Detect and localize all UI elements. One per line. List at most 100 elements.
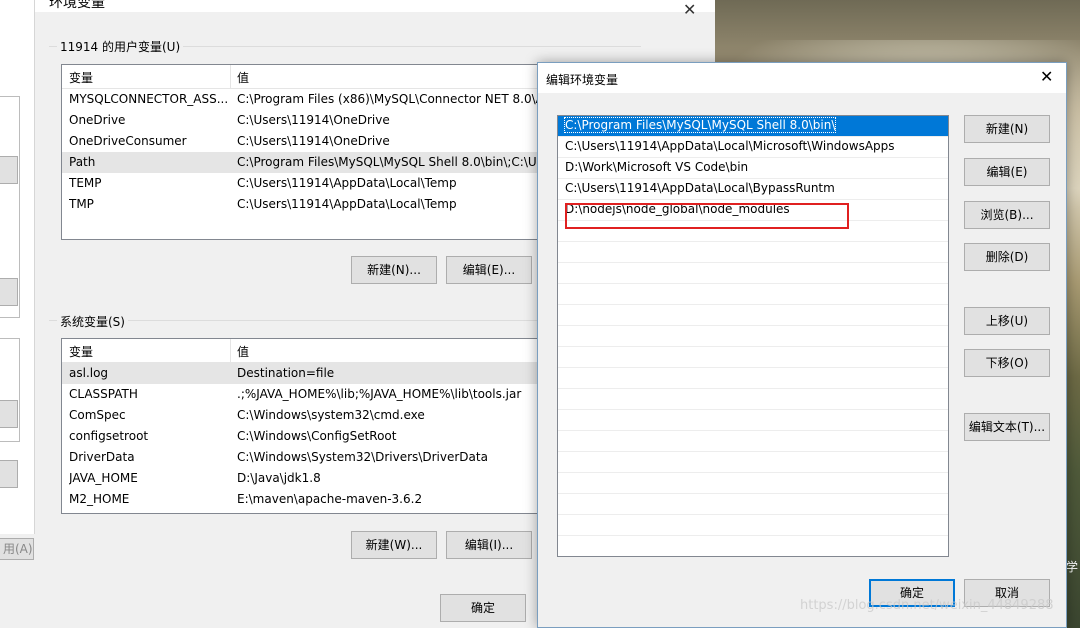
background-button[interactable]	[0, 460, 18, 488]
var-value: Destination=file	[237, 366, 335, 380]
user-new-button[interactable]: 新建(N)...	[351, 256, 437, 284]
delete-button[interactable]: 删除(D)	[964, 243, 1050, 271]
move-up-button[interactable]: 上移(U)	[964, 307, 1050, 335]
var-value: C:\Program Files (x86)\MySQL\Connector N…	[237, 92, 544, 106]
desktop-side-text: 学	[1066, 560, 1079, 574]
system-vars-list[interactable]: 变量 值 asl.log Destination=file CLASSPATH.;…	[61, 338, 551, 514]
var-name: TMP	[69, 197, 94, 211]
close-icon[interactable]: ✕	[1040, 67, 1053, 86]
path-item[interactable]: C:\Users\11914\AppData\Local\Microsoft\W…	[558, 137, 948, 158]
column-header-value[interactable]: 值	[237, 69, 249, 86]
path-item[interactable]: D:\Work\Microsoft VS Code\bin	[558, 158, 948, 179]
var-value: C:\Windows\System32\Drivers\DriverData	[237, 450, 488, 464]
path-item-selected[interactable]: C:\Program Files\MySQL\MySQL Shell 8.0\b…	[558, 116, 948, 137]
var-value: C:\Windows\ConfigSetRoot	[237, 429, 397, 443]
empty-row	[558, 536, 948, 556]
table-row[interactable]: OneDriveConsumer C:\Users\11914\OneDrive	[62, 131, 550, 152]
background-button[interactable]	[0, 278, 18, 306]
empty-row	[558, 347, 948, 368]
empty-row	[558, 284, 948, 305]
column-separator[interactable]	[230, 65, 231, 89]
system-vars-group-label: 系统变量(S)	[57, 313, 128, 330]
system-new-button[interactable]: 新建(W)...	[351, 531, 437, 559]
edit-environment-variable-dialog: 编辑环境变量 ✕ C:\Program Files\MySQL\MySQL Sh…	[537, 62, 1067, 628]
path-text: C:\Users\11914\AppData\Local\Microsoft\W…	[565, 139, 895, 153]
env-dialog-close-icon[interactable]: ✕	[683, 0, 696, 19]
edit-dialog-title: 编辑环境变量	[546, 73, 619, 87]
var-name: configsetroot	[69, 429, 149, 443]
empty-row	[558, 326, 948, 347]
edit-dialog-titlebar: 编辑环境变量 ✕	[538, 63, 1066, 93]
table-row[interactable]: CLASSPATH .;%JAVA_HOME%\lib;%JAVA_HOME%\l…	[62, 384, 550, 405]
table-row[interactable]: TMP C:\Users\11914\AppData\Local\Temp	[62, 194, 550, 215]
env-ok-button[interactable]: 确定	[440, 594, 526, 622]
path-item[interactable]: C:\Users\11914\AppData\Local\BypassRuntm	[558, 179, 948, 200]
var-value: C:\Program Files\MySQL\MySQL Shell 8.0\b…	[237, 155, 543, 169]
background-window-left: 用(A)	[0, 0, 35, 628]
empty-row	[558, 452, 948, 473]
var-value: .;%JAVA_HOME%\lib;%JAVA_HOME%\lib\tools.…	[237, 387, 522, 401]
user-vars-group-label: 11914 的用户变量(U)	[57, 38, 184, 55]
move-down-button[interactable]: 下移(O)	[964, 349, 1050, 377]
column-header-value[interactable]: 值	[237, 343, 249, 360]
system-vars-header: 变量 值	[62, 339, 550, 363]
system-edit-button[interactable]: 编辑(I)...	[446, 531, 532, 559]
var-value: C:\Users\11914\OneDrive	[237, 113, 390, 127]
empty-row	[558, 473, 948, 494]
var-name: OneDriveConsumer	[69, 134, 187, 148]
path-text: C:\Program Files\MySQL\MySQL Shell 8.0\b…	[563, 117, 837, 133]
path-list[interactable]: C:\Program Files\MySQL\MySQL Shell 8.0\b…	[557, 115, 949, 557]
path-text: D:\Work\Microsoft VS Code\bin	[565, 160, 749, 174]
empty-row	[558, 494, 948, 515]
env-dialog-title: 环境变量	[49, 0, 105, 11]
annotation-highlight-box	[565, 203, 849, 229]
table-row[interactable]: DriverData C:\Windows\System32\Drivers\Dr…	[62, 447, 550, 468]
table-row[interactable]: OneDrive C:\Users\11914\OneDrive	[62, 110, 550, 131]
table-row[interactable]: ComSpec C:\Windows\system32\cmd.exe	[62, 405, 550, 426]
var-value: D:\Java\jdk1.8	[237, 471, 321, 485]
background-button[interactable]	[0, 400, 18, 428]
var-value: E:\maven\apache-maven-3.6.2	[237, 492, 423, 506]
var-name: M2_HOME	[69, 492, 130, 506]
table-row[interactable]: configsetroot C:\Windows\ConfigSetRoot	[62, 426, 550, 447]
empty-row	[558, 242, 948, 263]
edit-path-button[interactable]: 编辑(E)	[964, 158, 1050, 186]
user-edit-button[interactable]: 编辑(E)...	[446, 256, 532, 284]
user-vars-list[interactable]: 变量 值 MYSQLCONNECTOR_ASS... C:\Program Fil…	[61, 64, 551, 240]
var-name: OneDrive	[69, 113, 126, 127]
var-value: C:\Users\11914\AppData\Local\Temp	[237, 197, 457, 211]
table-row[interactable]: MYSQLCONNECTOR_ASS... C:\Program Files (x…	[62, 89, 550, 110]
var-name: DriverData	[69, 450, 135, 464]
empty-row	[558, 305, 948, 326]
table-row[interactable]: M2_HOME E:\maven\apache-maven-3.6.2	[62, 489, 550, 510]
var-value: C:\Users\11914\OneDrive	[237, 134, 390, 148]
column-header-name[interactable]: 变量	[69, 69, 93, 86]
browse-button[interactable]: 浏览(B)...	[964, 201, 1050, 229]
table-row-selected[interactable]: asl.log Destination=file	[62, 363, 550, 384]
empty-row	[558, 389, 948, 410]
var-name: Path	[69, 155, 96, 169]
table-row[interactable]: TEMP C:\Users\11914\AppData\Local\Temp	[62, 173, 550, 194]
empty-row	[558, 515, 948, 536]
var-name: JAVA_HOME	[69, 471, 138, 485]
path-text: C:\Users\11914\AppData\Local\BypassRuntm	[565, 181, 835, 195]
column-separator[interactable]	[230, 339, 231, 363]
var-name: ComSpec	[69, 408, 126, 422]
column-header-name[interactable]: 变量	[69, 343, 93, 360]
var-name: MYSQLCONNECTOR_ASS...	[69, 92, 229, 106]
watermark-text: https://blog.csdn.net/weixin_44849288	[800, 598, 1054, 613]
new-path-button[interactable]: 新建(N)	[964, 115, 1050, 143]
table-row[interactable]: JAVA_HOME D:\Java\jdk1.8	[62, 468, 550, 489]
var-name: asl.log	[69, 366, 109, 380]
var-name: CLASSPATH	[69, 387, 138, 401]
user-vars-header: 变量 值	[62, 65, 550, 89]
empty-row	[558, 410, 948, 431]
empty-row	[558, 263, 948, 284]
apply-button[interactable]: 用(A)	[0, 538, 34, 560]
table-row-selected[interactable]: Path C:\Program Files\MySQL\MySQL Shell 8…	[62, 152, 550, 173]
background-button[interactable]	[0, 156, 18, 184]
edit-text-button[interactable]: 编辑文本(T)...	[964, 413, 1050, 441]
var-name: TEMP	[69, 176, 102, 190]
empty-row	[558, 368, 948, 389]
var-value: C:\Users\11914\AppData\Local\Temp	[237, 176, 457, 190]
